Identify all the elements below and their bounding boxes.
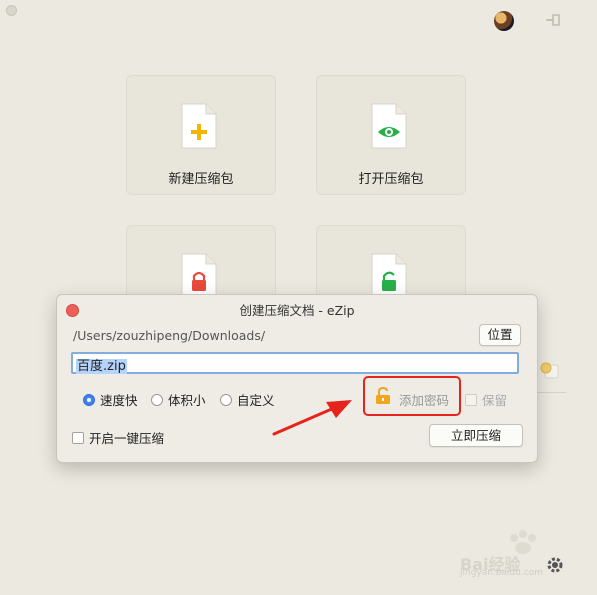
gear-icon[interactable] (545, 555, 565, 575)
open-archive-label: 打开压缩包 (358, 172, 424, 187)
radio-size-button[interactable] (151, 393, 163, 406)
open-archive-tile[interactable]: 打开压缩包 (316, 75, 466, 195)
one-click-checkbox[interactable] (72, 431, 84, 444)
dialog-title: 创建压缩文档 - eZip (239, 303, 355, 318)
radio-custom[interactable]: 自定义 (220, 390, 275, 409)
lock-doc-icon (181, 253, 217, 299)
radio-custom-label: 自定义 (237, 393, 275, 408)
open-lock-icon[interactable] (375, 387, 391, 405)
radio-speed[interactable]: 速度快 (83, 390, 138, 409)
avatar[interactable] (494, 11, 514, 31)
radio-custom-button[interactable] (220, 393, 232, 406)
location-button[interactable]: 位置 (479, 324, 521, 346)
one-click-option[interactable]: 开启一键压缩 (72, 428, 164, 447)
open-archive-icon (371, 103, 407, 149)
destination-path: /Users/zouzhipeng/Downloads/ (73, 328, 266, 343)
tag-icon[interactable] (540, 362, 560, 380)
watermark-url: jingyan.baidu.com (460, 568, 544, 578)
add-password-label[interactable]: 添加密码 (399, 390, 449, 409)
radio-size-label: 体积小 (168, 393, 206, 408)
pin-icon[interactable] (544, 10, 564, 30)
keep-label: 保留 (482, 393, 508, 408)
radio-speed-button[interactable] (83, 393, 95, 406)
new-archive-label: 新建压缩包 (168, 172, 234, 187)
keep-option: 保留 (465, 390, 507, 409)
new-archive-tile[interactable]: 新建压缩包 (126, 75, 276, 195)
compress-now-button[interactable]: 立即压缩 (429, 424, 523, 447)
archive-name-text: 百度.zip (76, 359, 127, 374)
unlock-doc-icon (371, 253, 407, 299)
annotation-arrow (272, 400, 352, 436)
window-control-dot[interactable] (6, 5, 17, 16)
archive-name-input[interactable]: 百度.zip (71, 352, 519, 374)
radio-speed-label: 速度快 (100, 393, 138, 408)
radio-size[interactable]: 体积小 (151, 390, 206, 409)
keep-checkbox (465, 393, 477, 406)
new-archive-icon (181, 103, 217, 149)
one-click-label: 开启一键压缩 (89, 431, 165, 446)
